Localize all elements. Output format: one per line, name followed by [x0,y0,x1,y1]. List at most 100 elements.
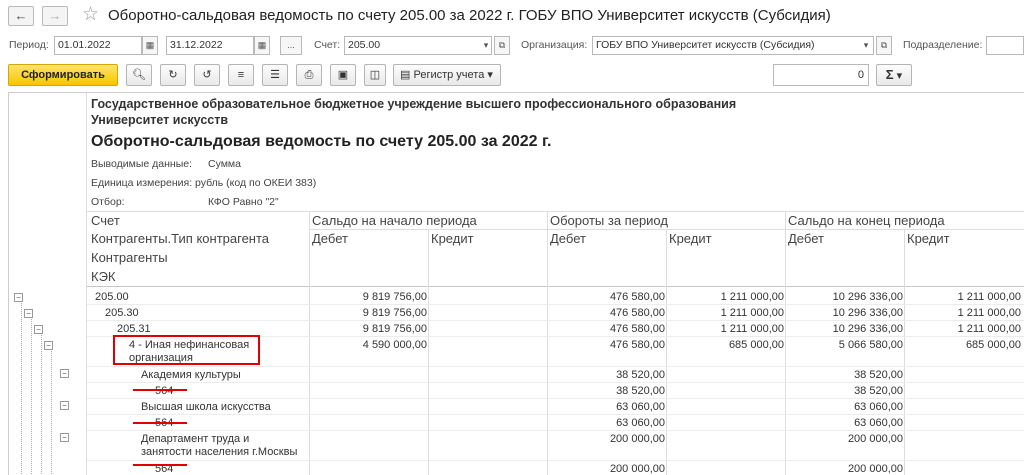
sum-button[interactable]: Σ ▾ [876,64,912,86]
header-closing-debit: Дебет [788,231,824,246]
header-opening: Сальдо на начало периода [312,213,477,228]
report-spreadsheet[interactable]: Государственное образовательное бюджетно… [8,92,1024,475]
tree-line [21,295,22,475]
amount-cell: 1 211 000,00 [957,323,1021,335]
unit-value: рубль (код по ОКЕИ 383) [195,177,317,189]
amount-cell: 10 296 336,00 [832,307,903,319]
amount-cell: 9 819 756,00 [362,323,427,335]
account-label: Счет: [314,39,341,51]
collapse-toggle[interactable]: − [44,341,53,350]
organization-field[interactable]: ГОБУ ВПО Университет искусств (Субсидия) [592,36,874,55]
filter-value: КФО Равно "2" [208,196,279,208]
open-icon: ⧉ [880,40,888,50]
amount-cell: 4 590 000,00 [362,339,427,351]
period-select-button[interactable]: ... [280,36,302,55]
open-account-button[interactable]: ⧉ [494,36,510,55]
organization-label: Организация: [521,39,588,51]
collapse-toggle[interactable]: − [60,369,69,378]
back-button[interactable]: ← [8,6,34,26]
search-button[interactable]: 🔍︎ [126,64,152,86]
amount-cell: 1 211 000,00 [957,291,1021,303]
header-top-line [87,211,1024,212]
chevron-down-icon: ▾ [896,70,903,82]
save-icon: ◫ [369,69,381,81]
amount-cell: 63 060,00 [854,401,903,413]
header-contractor-type: Контрагенты.Тип контрагента [91,231,270,246]
register-label: Регистр учета [413,69,485,81]
division-field[interactable] [986,36,1024,55]
sum-field[interactable]: 0 [773,64,869,86]
amount-cell: 38 520,00 [616,385,665,397]
open-organization-button[interactable]: ⧉ [876,36,892,55]
calendar-from-button[interactable]: ▦ [142,36,158,55]
calendar-icon: ▦ [257,40,267,50]
settings-list-button[interactable]: ≡ [228,64,254,86]
amount-cell: 63 060,00 [616,417,665,429]
collapse-toggle[interactable]: − [60,433,69,442]
open-icon: ⧉ [498,40,506,50]
division-label: Подразделение: [903,39,983,51]
title-bar: ← → ☆ Оборотно-сальдовая ведомость по сч… [0,0,1024,32]
preview-button[interactable]: ▣ [330,64,356,86]
row-name: 564 [155,385,174,397]
header-turnover-debit: Дебет [550,231,586,246]
amount-cell: 200 000,00 [609,433,665,445]
calendar-to-button[interactable]: ▦ [254,36,270,55]
list-settings-icon: ≡ [237,69,245,81]
organization-name-line1: Государственное образовательное бюджетно… [91,97,737,111]
arrow-left-icon: ← [14,8,28,23]
register-button[interactable]: ▤ Регистр учета ▾ [393,64,501,86]
list-icon: ☰ [270,69,280,81]
period-from-field[interactable]: 01.01.2022 [54,36,142,55]
tree-line [51,343,52,475]
search-next-button[interactable]: ↻ [160,64,186,86]
preview-icon: ▣ [337,69,349,81]
chevron-down-icon: ▾ [487,69,493,81]
organization-name-line2: Университет искусств [91,113,229,127]
search-prev-icon: ↺ [202,69,212,81]
star-icon[interactable]: ☆ [82,3,99,26]
amount-cell: 63 060,00 [616,401,665,413]
amount-cell: 38 520,00 [854,369,903,381]
header-opening-debit: Дебет [312,231,348,246]
header-turnover-credit: Кредит [669,231,712,246]
header-turnover: Обороты за период [550,213,668,228]
register-icon: ▤ [400,69,411,81]
amount-cell: 5 066 580,00 [838,339,903,351]
unit-label: Единица измерения: [91,177,193,189]
report-title: Оборотно-сальдовая ведомость по счету 20… [91,133,552,150]
amount-cell: 685 000,00 [965,339,1021,351]
row-name: Академия культуры [141,369,241,381]
collapse-toggle[interactable]: − [34,325,43,334]
collapse-toggle[interactable]: − [60,401,69,410]
output-value: Сумма [208,158,241,170]
period-to-field[interactable]: 31.12.2022 [166,36,254,55]
tree-line [31,311,32,475]
amount-cell: 200 000,00 [847,463,903,475]
search-prev-button[interactable]: ↺ [194,64,220,86]
amount-cell: 9 819 756,00 [362,307,427,319]
header-contractors: Контрагенты [91,250,168,265]
sum-icon: Σ [885,67,894,82]
amount-cell: 1 211 000,00 [957,307,1021,319]
header-bottom-line [87,286,1024,287]
generate-button[interactable]: Сформировать [8,64,118,86]
collapse-toggle[interactable]: − [14,293,23,302]
details-button[interactable]: ☰ [262,64,288,86]
amount-cell: 200 000,00 [847,433,903,445]
print-button[interactable]: ⎙ [296,64,322,86]
row-name: Департамент труда и [141,433,250,445]
chevron-down-icon[interactable]: ▾ [858,37,874,54]
chevron-down-icon[interactable]: ▾ [478,37,494,54]
account-field[interactable]: 205.00 [344,36,492,55]
filter-label: Отбор: [91,196,125,208]
forward-button[interactable]: → [42,6,68,26]
amount-cell: 9 819 756,00 [362,291,427,303]
row-name: 205.00 [95,291,129,303]
row-name: Высшая школа искусства [141,401,271,413]
save-button[interactable]: ◫ [364,64,386,86]
amount-cell: 685 000,00 [728,339,784,351]
collapse-toggle[interactable]: − [24,309,33,318]
printer-icon: ⎙ [304,69,314,81]
amount-cell: 1 211 000,00 [720,307,784,319]
